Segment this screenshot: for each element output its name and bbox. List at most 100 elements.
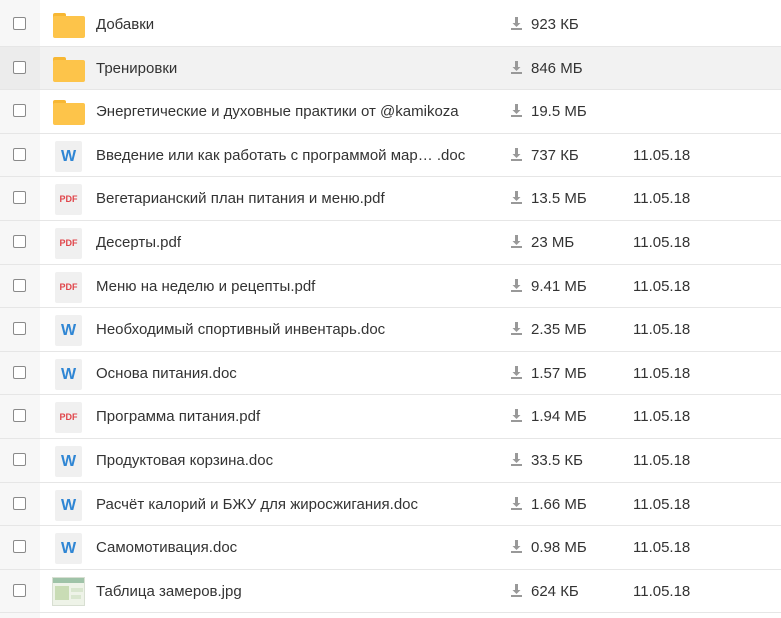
word-doc-icon: W: [52, 446, 85, 477]
file-date: 11.05.18: [633, 452, 691, 469]
file-name[interactable]: Десерты.pdf: [96, 221, 501, 264]
file-date: 11.05.18: [633, 408, 691, 425]
download-icon[interactable]: [511, 322, 522, 335]
image-thumb: [52, 577, 85, 606]
word-doc-icon: W: [52, 533, 85, 564]
file-row[interactable]: Добавки 923 КБ: [0, 3, 781, 47]
pdf-icon: PDF: [52, 228, 85, 259]
file-name[interactable]: Продуктовая корзина.doc: [96, 439, 501, 482]
file-date: 11.05.18: [633, 147, 691, 164]
file-name[interactable]: Вегетарианский план питания и меню.pdf: [96, 177, 501, 220]
file-row[interactable]: PDF Меню на неделю и рецепты.pdf 9.41 МБ 11…: [0, 265, 781, 308]
file-row[interactable]: Тренировки 846 МБ: [0, 47, 781, 90]
file-date: 11.05.18: [633, 583, 691, 600]
download-icon[interactable]: [511, 104, 522, 117]
file-name[interactable]: Меню на неделю и рецепты.pdf: [96, 265, 501, 308]
file-date: 11.05.18: [633, 278, 691, 295]
file-size: 624 КБ: [531, 583, 579, 600]
word-glyph: W: [60, 497, 77, 514]
file-row[interactable]: W Самомотивация.doc 0.98 МБ 11.05.18: [0, 526, 781, 570]
row-checkbox[interactable]: [13, 148, 26, 161]
file-name[interactable]: Расчёт калорий и БЖУ для жиросжигания.do…: [96, 483, 501, 526]
file-size: 1.57 МБ: [531, 365, 587, 382]
download-icon[interactable]: [511, 497, 522, 510]
pdf-glyph: PDF: [59, 282, 78, 292]
file-date: [633, 3, 713, 46]
file-date: 11.05.18: [633, 496, 691, 513]
file-row[interactable]: W Продуктовая корзина.doc 33.5 КБ 11.05.18: [0, 439, 781, 483]
file-size: 9.41 МБ: [531, 278, 587, 295]
row-checkbox[interactable]: [13, 453, 26, 466]
word-glyph: W: [60, 322, 77, 339]
word-doc-icon: W: [52, 490, 85, 521]
pdf-icon: PDF: [52, 402, 85, 433]
row-checkbox[interactable]: [13, 17, 26, 30]
folder-icon: [52, 97, 85, 126]
file-name[interactable]: Необходимый спортивный инвентарь.doc: [96, 308, 501, 351]
word-glyph: W: [60, 540, 77, 557]
download-icon[interactable]: [511, 148, 522, 161]
file-size: 2.35 МБ: [531, 321, 587, 338]
row-checkbox[interactable]: [13, 61, 26, 74]
download-icon[interactable]: [511, 61, 522, 74]
row-checkbox[interactable]: [13, 279, 26, 292]
folder-body: [53, 60, 85, 82]
row-checkbox[interactable]: [13, 366, 26, 379]
file-date: 11.05.18: [633, 365, 691, 382]
file-size: 0.98 МБ: [531, 539, 587, 556]
file-row[interactable]: W Расчёт калорий и БЖУ для жиросжигания.d…: [0, 483, 781, 526]
file-name[interactable]: Энергетические и духовные практики от @k…: [96, 90, 501, 133]
download-icon[interactable]: [511, 584, 522, 597]
word-doc-icon: W: [52, 315, 85, 346]
file-row[interactable]: W Введение или как работать с программой …: [0, 134, 781, 177]
word-doc-icon: W: [52, 141, 85, 172]
file-date: 11.05.18: [633, 190, 691, 207]
thumb-detail: [71, 588, 83, 592]
row-checkbox[interactable]: [13, 191, 26, 204]
file-name[interactable]: Программа питания.pdf: [96, 395, 501, 438]
download-icon[interactable]: [511, 235, 522, 248]
file-row[interactable]: W Основа питания.doc 1.57 МБ 11.05.18: [0, 352, 781, 395]
download-icon[interactable]: [511, 17, 522, 30]
file-row[interactable]: PDF Программа питания.pdf 1.94 МБ 11.05.18: [0, 395, 781, 439]
file-size: 737 КБ: [531, 147, 579, 164]
thumb-detail: [71, 595, 81, 599]
file-date: [633, 47, 713, 90]
file-name[interactable]: Основа питания.doc: [96, 352, 501, 395]
pdf-icon: PDF: [52, 184, 85, 215]
file-name[interactable]: Введение или как работать с программой м…: [96, 134, 501, 177]
file-row[interactable]: PDF Вегетарианский план питания и меню.pd…: [0, 177, 781, 221]
file-row[interactable]: Энергетические и духовные практики от @k…: [0, 90, 781, 134]
file-date: 11.05.18: [633, 234, 691, 251]
folder-body: [53, 16, 85, 38]
file-size: 1.66 МБ: [531, 496, 587, 513]
file-date: [633, 90, 713, 133]
download-icon[interactable]: [511, 279, 522, 292]
row-checkbox[interactable]: [13, 104, 26, 117]
file-size: 19.5 МБ: [531, 103, 587, 120]
row-checkbox[interactable]: [13, 409, 26, 422]
file-name[interactable]: Тренировки: [96, 47, 501, 90]
file-size: 846 МБ: [531, 60, 583, 77]
row-checkbox[interactable]: [13, 235, 26, 248]
thumb-detail: [55, 586, 69, 600]
file-name[interactable]: Самомотивация.doc: [96, 526, 501, 569]
download-icon[interactable]: [511, 366, 522, 379]
download-icon[interactable]: [511, 453, 522, 466]
download-icon[interactable]: [511, 409, 522, 422]
row-checkbox[interactable]: [13, 584, 26, 597]
download-icon[interactable]: [511, 191, 522, 204]
row-checkbox[interactable]: [13, 540, 26, 553]
file-row[interactable]: PDF Десерты.pdf 23 МБ 11.05.18: [0, 221, 781, 265]
download-icon[interactable]: [511, 540, 522, 553]
file-name[interactable]: Добавки: [96, 3, 501, 46]
thumb-detail: [53, 578, 84, 583]
folder-icon: [52, 54, 85, 83]
file-row[interactable]: W Необходимый спортивный инвентарь.doc 2.3…: [0, 308, 781, 352]
row-checkbox[interactable]: [13, 322, 26, 335]
row-checkbox[interactable]: [13, 497, 26, 510]
file-name[interactable]: Таблица замеров.jpg: [96, 570, 501, 613]
file-row[interactable]: Таблица замеров.jpg 624 КБ 11.05.18: [0, 570, 781, 613]
image-thumbnail-icon: [52, 577, 85, 606]
file-list: Добавки 923 КБ Тренировки 846 МБ Энергетичес…: [0, 0, 781, 618]
